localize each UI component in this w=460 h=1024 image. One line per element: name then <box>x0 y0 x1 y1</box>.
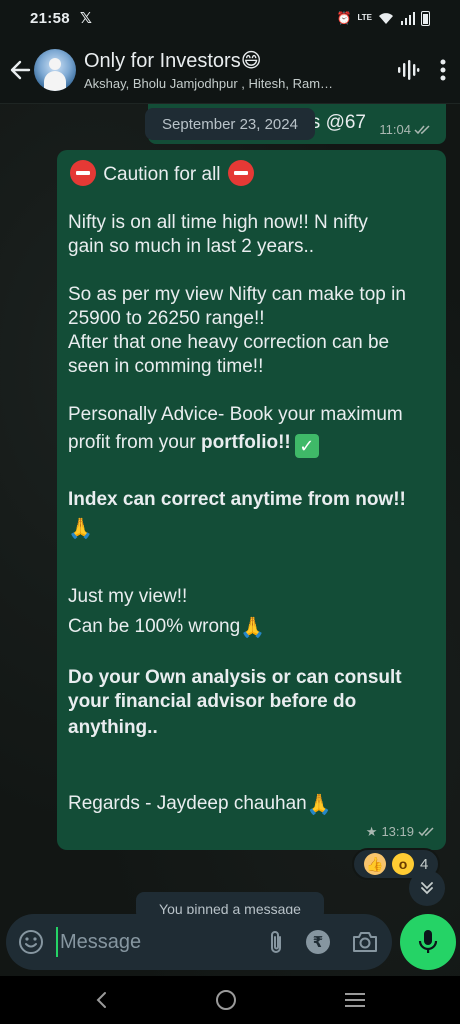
voice-message-button[interactable] <box>400 914 456 970</box>
message-line: profit from your portfolio!! ✓ <box>68 431 435 458</box>
date-divider: September 23, 2024 <box>145 108 315 140</box>
message-line: Do your Own analysis or can consult <box>68 667 402 688</box>
previous-message-time: 11:04 <box>379 122 411 137</box>
attach-icon[interactable] <box>268 929 284 955</box>
navigation-bar <box>0 976 460 1024</box>
message-line: seen in comming time!! <box>68 356 264 377</box>
message-line: gain so much in last 2 years.. <box>68 236 315 257</box>
group-avatar[interactable] <box>34 48 76 91</box>
group-name-text: Only for Investors <box>84 50 241 72</box>
wifi-icon <box>379 12 393 24</box>
message-line: your financial advisor before do <box>68 691 357 712</box>
message-line: Caution for all <box>68 160 435 187</box>
lte-icon: LTE <box>357 13 372 22</box>
message-line: 🙏 <box>68 516 435 541</box>
composer-box: ₹ <box>6 914 392 970</box>
folded-hands-icon: 🙏 <box>306 794 332 816</box>
check-mark-icon: ✓ <box>294 434 319 458</box>
composer: ₹ <box>0 906 460 976</box>
composer-icons: ₹ <box>268 929 380 955</box>
thumbs-up-icon: 👍 <box>364 853 386 875</box>
double-chevron-down-icon <box>421 882 433 895</box>
stop-sign-icon <box>70 160 96 186</box>
message-time: 13:19 <box>381 824 414 839</box>
recents-nav-icon[interactable] <box>344 992 366 1008</box>
rupee-payment-icon[interactable]: ₹ <box>306 930 330 954</box>
chat-header: Only for Investors😄 Akshay, Bholu Jamjod… <box>0 36 460 104</box>
emoji-icon[interactable] <box>18 929 44 955</box>
microphone-icon <box>418 930 438 953</box>
previous-message-text: s @67 <box>310 112 366 133</box>
message-line: Regards - Jaydeep chauhan🙏 <box>68 792 435 817</box>
message-input[interactable] <box>56 927 236 957</box>
home-nav-icon[interactable] <box>215 989 237 1011</box>
message-line: Just my view!! <box>68 586 188 607</box>
message-text: profit from your <box>68 432 202 453</box>
more-options-icon[interactable] <box>440 59 446 81</box>
message-line: Can be 100% wrong🙏 <box>68 615 435 640</box>
message-line: So as per my view Nifty can make top in <box>68 284 406 305</box>
signal-icon <box>401 11 415 25</box>
battery-icon <box>421 10 430 26</box>
status-time: 21:58 <box>30 9 70 27</box>
message-line: 25900 to 26250 range!! <box>68 308 265 329</box>
group-members: Akshay, Bholu Jamjodhpur , Hitesh, Ram… <box>84 76 334 91</box>
status-icons: ⏰ LTE <box>336 10 430 26</box>
star-icon: ★ <box>365 824 378 839</box>
message-line: Index can correct anytime from now!! <box>68 489 406 510</box>
x-app-icon: 𝕏 <box>79 10 92 27</box>
chat-area[interactable]: s @67 11:04 September 23, 2024 Caution f… <box>0 104 460 976</box>
camera-icon[interactable] <box>352 931 378 953</box>
alarm-icon: ⏰ <box>336 11 352 25</box>
surprised-face-icon: o <box>392 853 414 875</box>
group-info[interactable]: Only for Investors😄 Akshay, Bholu Jamjod… <box>84 48 354 91</box>
group-name: Only for Investors😄 <box>84 48 354 73</box>
message-bubble[interactable]: Caution for all Nifty is on all time hig… <box>57 150 446 850</box>
message-heading: Caution for all <box>103 164 221 185</box>
message-line: Personally Advice- Book your maximum <box>68 404 403 425</box>
back-arrow-icon[interactable] <box>6 50 34 90</box>
message-meta: ★ 13:19 <box>366 820 436 844</box>
message-line: Nifty is on all time high now!! N nifty <box>68 212 368 233</box>
back-nav-icon[interactable] <box>94 991 108 1009</box>
folded-hands-icon: 🙏 <box>240 617 265 639</box>
message-bold-text: portfolio!! <box>201 432 291 453</box>
message-text: Regards - Jaydeep chauhan <box>68 793 307 814</box>
double-check-icon <box>414 124 430 134</box>
message-text: Can be 100% wrong <box>68 616 241 637</box>
stop-sign-icon <box>227 160 254 186</box>
status-bar: 21:58 𝕏 ⏰ LTE <box>0 0 460 36</box>
message-line: After that one heavy correction can be <box>68 332 390 353</box>
folded-hands-icon: 🙏 <box>68 518 93 540</box>
previous-message-meta: 11:04 <box>379 122 432 137</box>
header-actions <box>396 58 460 82</box>
scroll-down-button[interactable] <box>409 870 445 906</box>
grinning-emoji: 😄 <box>240 50 262 72</box>
double-check-icon <box>418 827 434 837</box>
message-line: anything.. <box>68 717 158 738</box>
voice-chat-icon[interactable] <box>396 58 420 82</box>
